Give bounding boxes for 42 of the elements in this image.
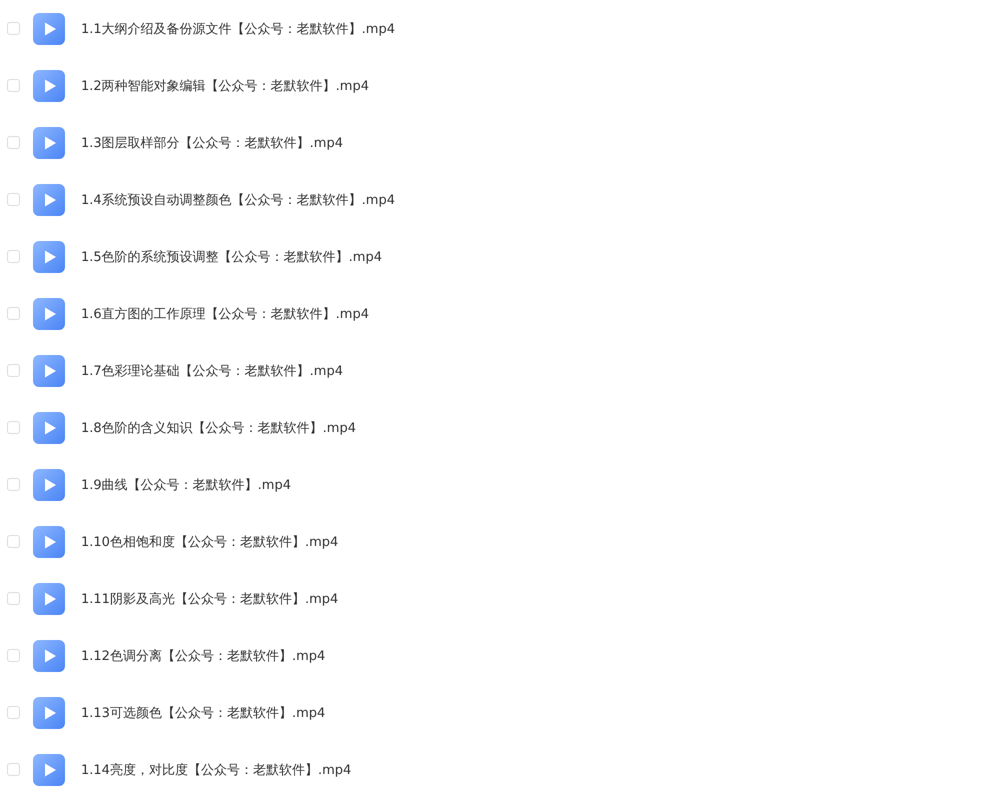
file-name[interactable]: 1.10色相饱和度【公众号：老默软件】.mp4	[81, 532, 338, 550]
play-icon	[33, 184, 65, 216]
checkbox[interactable]	[7, 250, 20, 263]
file-name[interactable]: 1.8色阶的含义知识【公众号：老默软件】.mp4	[81, 418, 356, 436]
play-icon	[33, 468, 65, 500]
play-icon	[33, 412, 65, 444]
file-name[interactable]: 1.3图层取样部分【公众号：老默软件】.mp4	[81, 134, 343, 152]
file-name[interactable]: 1.4系统预设自动调整颜色【公众号：老默软件】.mp4	[81, 190, 395, 208]
checkbox[interactable]	[7, 535, 20, 548]
play-icon	[33, 754, 65, 786]
checkbox[interactable]	[7, 22, 20, 35]
file-name[interactable]: 1.12色调分离【公众号：老默软件】.mp4	[81, 646, 326, 664]
checkbox[interactable]	[7, 478, 20, 491]
file-name[interactable]: 1.14亮度，对比度【公众号：老默软件】.mp4	[81, 760, 352, 778]
checkbox[interactable]	[7, 421, 20, 434]
play-icon	[33, 240, 65, 272]
play-icon	[33, 70, 65, 102]
checkbox[interactable]	[7, 592, 20, 605]
file-name[interactable]: 1.6直方图的工作原理【公众号：老默软件】.mp4	[81, 304, 369, 322]
checkbox[interactable]	[7, 79, 20, 92]
checkbox[interactable]	[7, 706, 20, 719]
file-name[interactable]: 1.2两种智能对象编辑【公众号：老默软件】.mp4	[81, 76, 369, 94]
file-name[interactable]: 1.7色彩理论基础【公众号：老默软件】.mp4	[81, 362, 343, 380]
play-icon	[33, 126, 65, 158]
checkbox[interactable]	[7, 307, 20, 320]
checkbox[interactable]	[7, 649, 20, 662]
checkbox[interactable]	[7, 136, 20, 149]
checkbox[interactable]	[7, 364, 20, 377]
play-icon	[33, 354, 65, 386]
checkbox[interactable]	[7, 193, 20, 206]
file-name[interactable]: 1.5色阶的系统预设调整【公众号：老默软件】.mp4	[81, 248, 382, 266]
play-icon	[33, 696, 65, 728]
file-name[interactable]: 1.11阴影及高光【公众号：老默软件】.mp4	[81, 590, 338, 608]
file-name[interactable]: 1.1大纲介绍及备份源文件【公众号：老默软件】.mp4	[81, 20, 395, 38]
file-name[interactable]: 1.9曲线【公众号：老默软件】.mp4	[81, 476, 291, 494]
play-icon	[33, 298, 65, 330]
play-icon	[33, 582, 65, 614]
checkbox[interactable]	[7, 763, 20, 776]
play-icon	[33, 526, 65, 558]
play-icon	[33, 12, 65, 44]
file-name[interactable]: 1.13可选颜色【公众号：老默软件】.mp4	[81, 704, 326, 722]
play-icon	[33, 640, 65, 672]
